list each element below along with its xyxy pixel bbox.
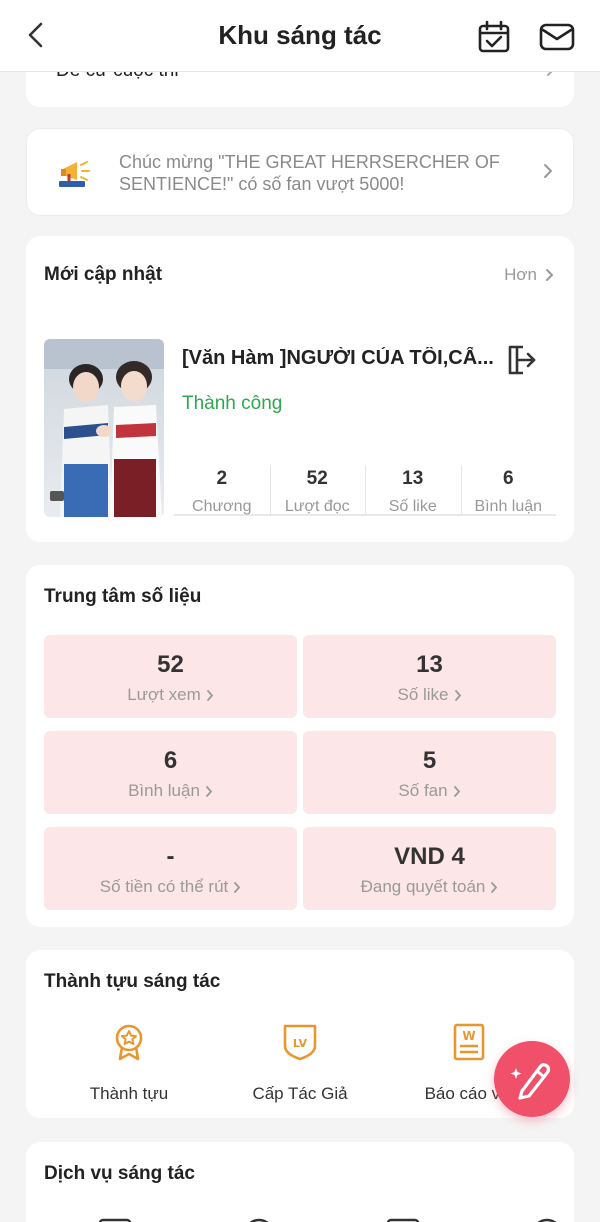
- chevron-right-icon: [491, 881, 498, 893]
- stat-value: 52: [306, 468, 328, 489]
- stat-label: Lượt đọc: [284, 498, 350, 515]
- publish-status: Thành công: [182, 393, 283, 414]
- milestone-notice-card[interactable]: Chúc mừng "THE GREAT HERRSERCHER OF SENT…: [26, 128, 574, 216]
- medal-icon: [115, 1024, 143, 1061]
- stat-value: 6: [502, 468, 514, 489]
- views-tile[interactable]: 52 Lượt xem: [44, 635, 297, 718]
- stat-likes: 13 Số like: [365, 464, 461, 515]
- stat-reads: 52 Lượt đọc: [269, 464, 366, 515]
- comments-tile[interactable]: 6 Bình luận: [44, 731, 297, 814]
- pencil-sparkle-icon: [510, 1063, 551, 1100]
- fans-tile[interactable]: 5 Số fan: [303, 731, 556, 814]
- achievement-label: Thành tựu: [89, 1084, 169, 1103]
- tile-label: Đang quyết toán: [361, 877, 499, 897]
- chevron-right-icon: [454, 689, 461, 701]
- exit-icon[interactable]: [504, 343, 538, 377]
- tile-value: 13: [416, 651, 443, 678]
- tile-value: VND 4: [394, 843, 465, 870]
- mail-icon: [539, 23, 575, 51]
- chevron-right-icon: [206, 785, 213, 797]
- recent-updates-card: Mới cập nhật Hơn [Văn Hàm ]NGƯỜI CỦA TÔI…: [26, 236, 574, 542]
- chevron-right-icon: [206, 689, 213, 701]
- chevron-right-icon: [546, 269, 553, 281]
- section-title: Thành tựu sáng tác: [44, 971, 221, 992]
- svg-text:LV: LV: [293, 1037, 307, 1050]
- top-bar: Khu sáng tác: [0, 0, 600, 72]
- settlement-tile[interactable]: VND 4 Đang quyết toán: [303, 827, 556, 910]
- stat-label: Số like: [388, 498, 437, 515]
- write-button[interactable]: [494, 1041, 570, 1117]
- tile-value: 6: [163, 747, 178, 774]
- more-label: Hơn: [504, 265, 537, 284]
- data-center-card: Trung tâm số liệu 52 Lượt xem 13 Số like…: [26, 565, 574, 927]
- messages-button[interactable]: [538, 20, 576, 54]
- service-help-icon[interactable]: [242, 1214, 276, 1222]
- book-stats: 2 Chương 52 Lượt đọc 13 Số like 6 Bình l…: [174, 464, 556, 516]
- book-cover[interactable]: [44, 339, 164, 517]
- book-title[interactable]: [Văn Hàm ]NGƯỜI CỦA TÔI,CẤ...: [182, 347, 498, 370]
- megaphone-icon: [55, 153, 95, 193]
- tile-value: 52: [157, 651, 184, 678]
- tile-label: Bình luận: [128, 781, 213, 801]
- tile-label: Số like: [397, 685, 461, 705]
- stat-value: 2: [216, 468, 228, 489]
- section-title: Mới cập nhật: [44, 264, 163, 285]
- stat-label: Bình luận: [474, 498, 543, 515]
- service-support-icon[interactable]: [530, 1214, 564, 1222]
- more-link[interactable]: Hơn: [504, 265, 554, 285]
- calendar-button[interactable]: [476, 20, 512, 54]
- chevron-right-icon: [234, 881, 241, 893]
- likes-tile[interactable]: 13 Số like: [303, 635, 556, 718]
- section-title: Trung tâm số liệu: [44, 586, 202, 607]
- service-tool-icon[interactable]: [98, 1214, 132, 1222]
- level-badge-icon: LV: [283, 1024, 317, 1061]
- achievement-item[interactable]: Thành tựu: [54, 1022, 204, 1104]
- tile-label: Lượt xem: [127, 685, 214, 705]
- svg-text:W: W: [462, 1029, 475, 1043]
- report-icon: W: [453, 1023, 485, 1061]
- tile-value: -: [166, 843, 175, 870]
- tile-label: Số fan: [398, 781, 460, 801]
- stat-label: Chương: [192, 498, 252, 515]
- chevron-right-icon: [453, 785, 460, 797]
- tile-label: Số tiền có thể rút: [100, 877, 242, 897]
- stat-chapters: 2 Chương: [174, 464, 270, 515]
- stat-value: 13: [402, 468, 424, 489]
- tile-value: 5: [422, 747, 437, 774]
- achievements-card: Thành tựu sáng tác Thành tựu LV Cấp Tác …: [26, 950, 574, 1118]
- section-title: Dịch vụ sáng tác: [44, 1163, 195, 1184]
- services-card: Dịch vụ sáng tác: [26, 1142, 574, 1222]
- author-level-item[interactable]: LV Cấp Tác Giả: [225, 1022, 375, 1104]
- service-document-icon[interactable]: [386, 1214, 420, 1222]
- calendar-check-icon: [478, 20, 510, 53]
- stat-comments: 6 Bình luận: [460, 464, 557, 515]
- notice-text: Chúc mừng "THE GREAT HERRSERCHER OF SENT…: [119, 152, 500, 194]
- author-level-label: Cấp Tác Giả: [252, 1084, 348, 1103]
- withdrawable-tile[interactable]: - Số tiền có thể rút: [44, 827, 297, 910]
- chevron-right-icon: [544, 164, 552, 178]
